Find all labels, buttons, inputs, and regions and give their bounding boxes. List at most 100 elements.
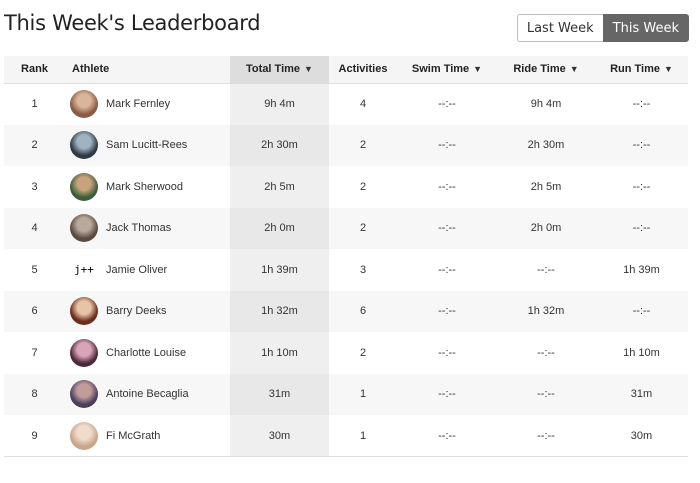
sort-down-icon: ▼ bbox=[304, 64, 313, 75]
athlete-name-link[interactable]: Jack Thomas bbox=[106, 222, 171, 234]
run-time-cell: --:-- bbox=[632, 305, 651, 318]
table-row: 1 Mark Fernley 9h 4m 4 --:-- 9h 4m --:-- bbox=[4, 83, 688, 125]
header: This Week's Leaderboard Last Week This W… bbox=[0, 0, 700, 56]
table-row: 6 Barry Deeks 1h 32m 6 --:-- 1h 32m --:-- bbox=[4, 290, 688, 332]
avatar[interactable] bbox=[70, 172, 98, 201]
total-time-cell: 2h 0m bbox=[230, 207, 329, 249]
ride-time-header[interactable]: Ride Time ▼ bbox=[497, 56, 595, 84]
table-row: 7 Charlotte Louise 1h 10m 2 --:-- --:-- 1h 10m bbox=[4, 332, 688, 374]
activities-cell: 2 bbox=[359, 180, 367, 193]
run-time-cell: 30m bbox=[595, 415, 688, 457]
avatar[interactable] bbox=[70, 90, 98, 118]
avatar[interactable] bbox=[70, 297, 98, 326]
total-time-cell: 1h 39m bbox=[230, 249, 329, 291]
rank-cell: 6 bbox=[31, 305, 38, 318]
run-time-cell: 1h 10m bbox=[623, 346, 660, 359]
athlete-name-link[interactable]: Antoine Becaglia bbox=[106, 388, 189, 400]
athlete: Mark Sherwood bbox=[70, 172, 230, 201]
activities-cell: 2 bbox=[359, 139, 367, 152]
rank-header-label: Rank bbox=[21, 63, 48, 76]
swim-time-cell: --:-- bbox=[438, 180, 456, 193]
athlete-cell: Charlotte Louise bbox=[65, 332, 230, 374]
swim-time-cell: --:-- bbox=[438, 98, 456, 110]
ride-time-cell: 2h 30m bbox=[527, 139, 565, 152]
run-time-header[interactable]: Run Time ▼ bbox=[595, 56, 688, 84]
table-row: 9 Fi McGrath 30m 1 --:-- --:-- 30m bbox=[4, 415, 688, 457]
athlete-name-link[interactable]: Sam Lucitt-Rees bbox=[106, 139, 187, 151]
swim-time-header[interactable]: Swim Time ▼ bbox=[397, 56, 497, 84]
total-time-cell: 31m bbox=[230, 373, 329, 415]
sort-down-icon: ▼ bbox=[473, 64, 483, 75]
athlete-cell: Sam Lucitt-Rees bbox=[65, 125, 230, 167]
run-time-cell: --:-- bbox=[632, 139, 651, 152]
athlete-cell: Jack Thomas bbox=[65, 208, 230, 250]
athlete: j++ Jamie Oliver bbox=[70, 256, 230, 284]
swim-time-cell: --:-- bbox=[438, 388, 456, 401]
athlete-header: Athlete bbox=[65, 56, 230, 84]
activities-cell: 4 bbox=[359, 98, 367, 110]
athlete: Mark Fernley bbox=[70, 90, 230, 118]
rank-cell: 4 bbox=[31, 222, 38, 235]
athlete-cell: Mark Fernley bbox=[65, 83, 230, 125]
avatar[interactable] bbox=[70, 338, 98, 367]
activities-header: Activities bbox=[329, 56, 397, 84]
week-toggle: Last Week This Week bbox=[516, 14, 689, 42]
run-time-cell: --:-- bbox=[632, 222, 651, 235]
table-row: 5 j++ Jamie Oliver 1h 39m 3 --:-- --:-- 1h 39m bbox=[4, 249, 688, 291]
athlete-name-link[interactable]: Jamie Oliver bbox=[106, 264, 167, 276]
table-row: 2 Sam Lucitt-Rees 2h 30m 2 --:-- 2h 30m --:-- bbox=[4, 124, 688, 167]
rank-cell: 5 bbox=[31, 263, 38, 276]
athlete-name-link[interactable]: Mark Fernley bbox=[106, 98, 170, 110]
page-title: This Week's Leaderboard bbox=[4, 11, 261, 35]
swim-time-cell: --:-- bbox=[438, 346, 456, 359]
sort-down-icon: ▼ bbox=[569, 64, 579, 75]
ride-time-cell: --:-- bbox=[497, 415, 595, 457]
athlete-cell: Antoine Becaglia bbox=[65, 374, 230, 416]
total-time-cell: 2h 30m bbox=[230, 124, 329, 166]
activities-cell: 1 bbox=[359, 388, 367, 401]
athlete: Jack Thomas bbox=[70, 214, 230, 243]
swim-time-cell: --:-- bbox=[438, 305, 456, 318]
athlete: Barry Deeks bbox=[70, 297, 230, 326]
table-header-row: Rank Athlete Total Time ▼ Activities Swim… bbox=[4, 56, 688, 84]
swim-time-cell: --:-- bbox=[438, 222, 456, 235]
leaderboard-body: 1 Mark Fernley 9h 4m 4 --:-- 9h 4m --:-- 2 Sam L… bbox=[4, 83, 688, 457]
athlete-name-link[interactable]: Barry Deeks bbox=[106, 305, 167, 317]
activities-header-label: Activities bbox=[338, 63, 388, 76]
leaderboard-table: Rank Athlete Total Time ▼ Activities Swim… bbox=[4, 56, 688, 457]
ride-time-cell: 9h 4m bbox=[530, 98, 562, 110]
avatar[interactable] bbox=[70, 131, 98, 160]
avatar[interactable] bbox=[70, 421, 98, 450]
total-time-cell: 1h 32m bbox=[230, 290, 329, 332]
athlete-name-link[interactable]: Mark Sherwood bbox=[106, 181, 183, 193]
rank-header: Rank bbox=[4, 56, 65, 84]
run-time-cell: 1h 39m bbox=[623, 263, 660, 276]
activities-cell: 6 bbox=[359, 305, 367, 318]
athlete-name-link[interactable]: Fi McGrath bbox=[106, 430, 160, 442]
run-time-cell: 31m bbox=[630, 388, 653, 401]
ride-time-header-label: Ride Time bbox=[513, 63, 566, 76]
activities-cell: 2 bbox=[359, 222, 367, 235]
avatar[interactable] bbox=[70, 214, 98, 243]
total-time-header[interactable]: Total Time ▼ bbox=[230, 56, 329, 84]
avatar[interactable] bbox=[70, 380, 98, 409]
athlete: Antoine Becaglia bbox=[70, 380, 230, 409]
ride-time-cell: 2h 0m bbox=[530, 222, 562, 235]
last-week-button[interactable]: Last Week bbox=[516, 14, 603, 42]
ride-time-cell: --:-- bbox=[537, 388, 555, 401]
run-time-header-label: Run Time bbox=[610, 63, 660, 76]
ride-time-cell: --:-- bbox=[537, 346, 555, 359]
this-week-button[interactable]: This Week bbox=[602, 14, 689, 42]
athlete-name-link[interactable]: Charlotte Louise bbox=[106, 347, 186, 359]
rank-cell: 8 bbox=[31, 388, 38, 401]
total-time-cell: 2h 5m bbox=[230, 166, 329, 208]
swim-time-cell: --:-- bbox=[397, 415, 497, 457]
table-row: 8 Antoine Becaglia 31m 1 --:-- --:-- 31m bbox=[4, 373, 688, 416]
athlete-header-label: Athlete bbox=[72, 63, 110, 76]
total-time-cell: 9h 4m bbox=[230, 83, 329, 125]
activities-cell: 1 bbox=[329, 415, 397, 457]
rank-cell: 2 bbox=[31, 139, 38, 152]
activities-cell: 2 bbox=[359, 346, 367, 359]
ride-time-cell: --:-- bbox=[537, 263, 555, 276]
avatar[interactable]: j++ bbox=[70, 256, 98, 284]
